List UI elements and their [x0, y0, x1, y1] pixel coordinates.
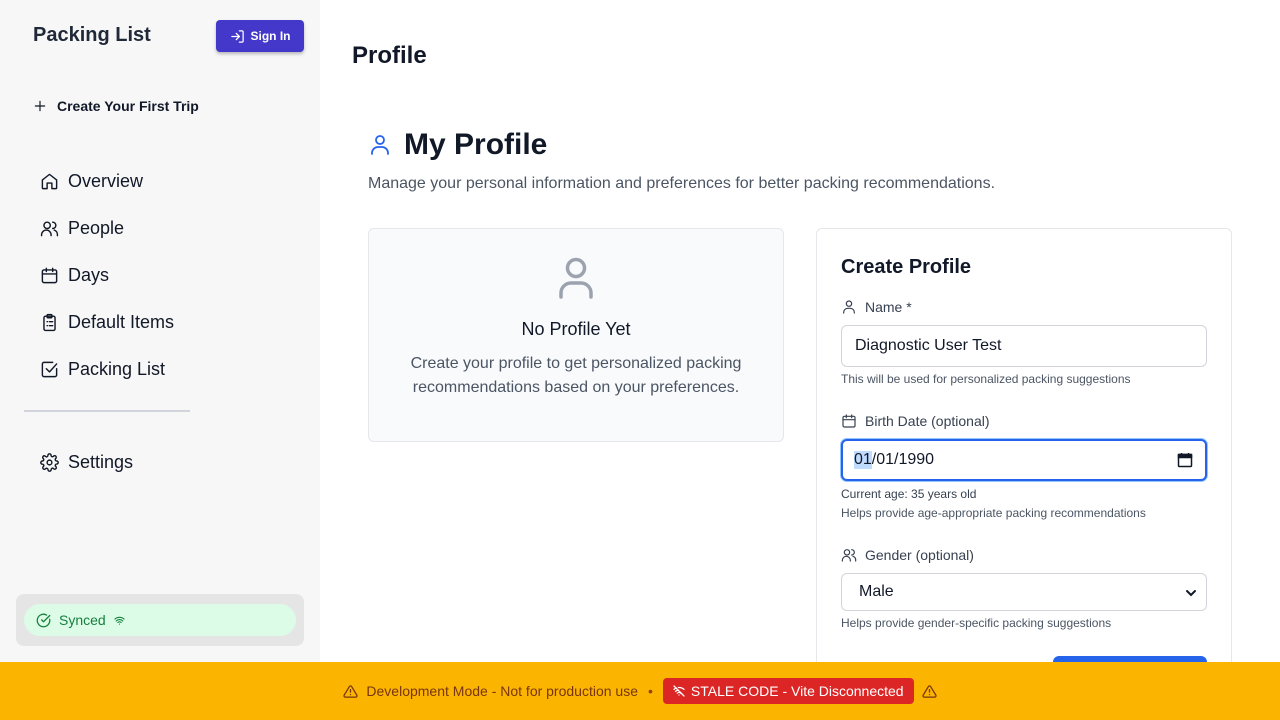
current-age-text: Current age: 35 years old [841, 487, 977, 501]
gear-icon [40, 453, 59, 472]
gender-label-text: Gender (optional) [865, 547, 974, 563]
birth-date-month[interactable]: 01 [854, 451, 872, 469]
profile-heading: My Profile [404, 128, 548, 161]
sync-status-label: Synced [59, 612, 106, 628]
users-icon [841, 549, 857, 562]
empty-state-text: Create your profile to get personalized … [410, 355, 742, 396]
gender-label: Gender (optional) [841, 547, 974, 563]
sidebar-nav: Overview People Days Default Items Packi… [40, 158, 174, 393]
birth-date-hint: Helps provide age-appropriate packing re… [841, 506, 1146, 520]
sidebar-item-label: Default Items [68, 312, 175, 332]
warning-icon [921, 684, 937, 698]
check-square-icon [41, 361, 58, 378]
birth-date-label-text: Birth Date (optional) [865, 413, 990, 429]
name-hint: This will be used for personalized packi… [841, 372, 1131, 386]
sidebar-divider [24, 410, 190, 412]
sidebar-item-label: Settings [68, 452, 134, 472]
name-field[interactable]: Diagnostic User Test [841, 325, 1207, 367]
profile-header: My Profile [368, 128, 547, 162]
home-icon [41, 173, 58, 190]
calendar-picker-icon[interactable] [1177, 452, 1193, 468]
create-trip-label: Create Your First Trip [57, 98, 199, 114]
user-avatar-icon [559, 257, 593, 299]
clipboard-list-icon [43, 313, 56, 332]
gender-select[interactable]: Male [841, 573, 1207, 611]
create-trip-button[interactable]: Create Your First Trip [33, 98, 199, 114]
name-field-value: Diagnostic User Test [855, 337, 1002, 354]
sidebar-item-label: Overview [68, 171, 144, 191]
empty-profile-card: No Profile Yet Create your profile to ge… [368, 228, 784, 442]
profile-description: Manage your personal information and pre… [368, 175, 996, 192]
sync-status-badge: Synced [24, 604, 296, 636]
sidebar: Packing List Sign In Create Your First T… [0, 0, 320, 662]
birth-date-field[interactable]: 01/01/1990 [841, 439, 1207, 481]
warning-icon [343, 684, 359, 698]
sign-in-label: Sign In [250, 29, 291, 43]
gender-select-value: Male [859, 583, 894, 600]
sidebar-item-label: Packing List [68, 359, 166, 379]
chevron-down-icon [1186, 590, 1196, 597]
name-label-text: Name * [865, 299, 912, 315]
stale-code-badge: STALE CODE - Vite Disconnected [662, 678, 914, 704]
sidebar-item-packing-list[interactable]: Packing List [40, 346, 174, 393]
wifi-off-icon [673, 685, 685, 697]
sidebar-item-settings[interactable]: Settings [40, 439, 133, 486]
banner-separator: • [648, 683, 653, 699]
calendar-icon [41, 267, 58, 284]
calendar-icon [842, 414, 856, 428]
sidebar-item-days[interactable]: Days [40, 252, 174, 299]
sidebar-item-overview[interactable]: Overview [40, 158, 174, 205]
sidebar-item-label: People [68, 218, 125, 238]
form-title: Create Profile [841, 256, 972, 278]
sign-in-button[interactable]: Sign In [216, 20, 304, 52]
empty-state-title: No Profile Yet [521, 319, 631, 339]
user-icon [371, 135, 389, 155]
name-label: Name * [841, 299, 912, 315]
users-icon [40, 221, 59, 237]
birth-date-rest: /01/1990 [871, 451, 935, 468]
log-in-icon [230, 29, 244, 43]
dev-mode-banner: Development Mode - Not for production us… [0, 662, 1280, 720]
stale-code-label: STALE CODE - Vite Disconnected [690, 683, 904, 699]
page-title: Profile [352, 42, 427, 69]
app-title: Packing List [33, 24, 151, 46]
sidebar-item-default-items[interactable]: Default Items [40, 299, 174, 346]
plus-icon [34, 100, 46, 112]
user-icon [843, 300, 855, 314]
birth-date-label: Birth Date (optional) [841, 413, 990, 429]
wifi-icon [114, 616, 125, 625]
gender-hint: Helps provide gender-specific packing su… [841, 616, 1112, 630]
dev-mode-text: Development Mode - Not for production us… [366, 683, 638, 699]
check-circle-icon [36, 613, 51, 627]
sidebar-item-people[interactable]: People [40, 205, 174, 252]
sidebar-item-label: Days [68, 265, 110, 285]
create-profile-form: Create Profile Name * Diagnostic User Te… [816, 228, 1232, 696]
